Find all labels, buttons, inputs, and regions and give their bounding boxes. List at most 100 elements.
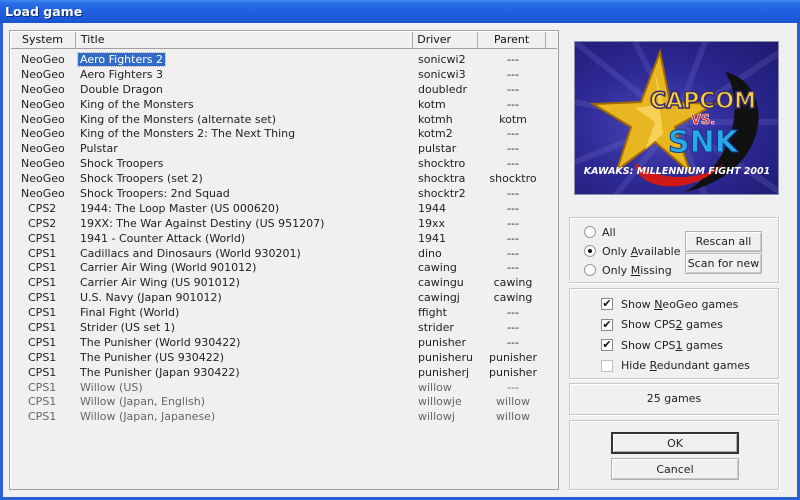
cell-driver: punisherj <box>418 365 470 379</box>
game-row[interactable]: CPS1 The Punisher (US 930422) punisheru pun… <box>11 351 557 366</box>
column-header-parent[interactable]: Parent <box>478 32 546 49</box>
cell-system: NeoGeo <box>21 53 65 66</box>
radio-button[interactable] <box>584 226 596 238</box>
cell-system: NeoGeo <box>21 157 65 171</box>
cell-system: NeoGeo <box>21 82 65 96</box>
rescan-all-button[interactable]: Rescan all <box>685 231 762 252</box>
checkbox-checked[interactable]: ✔ <box>601 298 613 310</box>
game-count-label: 25 games <box>646 392 702 405</box>
checkbox-label: Show CPS2 games <box>621 318 723 331</box>
cell-title: Pulstar <box>80 142 118 156</box>
cell-parent: shocktro <box>489 172 537 186</box>
game-row[interactable]: NeoGeo Shock Troopers shocktro --- <box>11 157 557 172</box>
cell-driver: cawingu <box>418 276 464 290</box>
radio-button[interactable] <box>584 264 596 276</box>
game-row[interactable]: CPS1 Willow (Japan, Japanese) willowj willo… <box>11 410 557 425</box>
scan-for-new-button[interactable]: Scan for new <box>685 253 762 274</box>
cell-system: NeoGeo <box>21 112 65 126</box>
filter-checkbox-line[interactable]: Hide Redundant games <box>601 358 750 374</box>
game-row[interactable]: NeoGeo King of the Monsters (alternate se… <box>11 113 557 128</box>
radio-button[interactable] <box>584 245 596 257</box>
game-list[interactable]: System Title Driver Parent NeoGeo Aero Fi… <box>9 30 559 490</box>
cell-parent: --- <box>507 261 519 275</box>
cell-parent: --- <box>507 231 519 245</box>
game-row[interactable]: CPS1 Willow (US) willow --- <box>11 381 557 396</box>
checkbox-label: Hide Redundant games <box>621 359 750 372</box>
cell-title: U.S. Navy (Japan 901012) <box>80 291 222 305</box>
checkbox-checked[interactable]: ✔ <box>601 318 613 331</box>
list-header: System Title Driver Parent <box>11 32 557 49</box>
game-row[interactable]: CPS1 The Punisher (World 930422) punisher -… <box>11 336 557 351</box>
cancel-button[interactable]: Cancel <box>611 458 739 480</box>
game-row[interactable]: CPS1 Willow (Japan, English) willowje willo… <box>11 395 557 410</box>
cell-driver: 19xx <box>418 216 446 230</box>
filter-checkbox-line[interactable]: ✔ Show CPS2 games <box>601 317 723 333</box>
game-row[interactable]: NeoGeo Shock Troopers (set 2) shocktra shoc… <box>11 172 557 187</box>
column-header-driver[interactable]: Driver <box>413 32 479 49</box>
game-row[interactable]: CPS1 1941 - Counter Attack (World) 1941 --- <box>11 232 557 247</box>
game-row[interactable]: CPS1 The Punisher (Japan 930422) punisherj… <box>11 366 557 381</box>
ok-button[interactable]: OK <box>611 432 739 454</box>
radio-only-available[interactable]: Only Available <box>584 243 681 259</box>
cell-driver: strider <box>418 321 454 335</box>
cell-parent: willow <box>496 395 530 409</box>
radio-all[interactable]: All <box>584 224 616 240</box>
cell-parent: willow <box>496 410 530 424</box>
game-row[interactable]: NeoGeo King of the Monsters 2: The Next T… <box>11 127 557 142</box>
game-row[interactable]: CPS1 Strider (US set 1) strider --- <box>11 321 557 336</box>
cell-driver: kotm <box>418 97 446 111</box>
game-row[interactable]: NeoGeo Aero Fighters 2 sonicwi2 --- <box>11 52 557 68</box>
column-header-system[interactable]: System <box>11 32 76 49</box>
cell-system: NeoGeo <box>21 187 65 201</box>
cell-driver: willow <box>418 380 452 394</box>
game-row[interactable]: NeoGeo Shock Troopers: 2nd Squad shocktr2 -… <box>11 187 557 202</box>
cell-title: Aero Fighters 2 <box>76 52 414 68</box>
filter-checkbox-line[interactable]: ✔ Show NeoGeo games <box>601 296 738 312</box>
cell-title: Willow (Japan, English) <box>80 395 206 409</box>
game-row[interactable]: CPS1 Carrier Air Wing (US 901012) cawingu c… <box>11 276 557 291</box>
game-row[interactable]: CPS1 Final Fight (World) ffight --- <box>11 306 557 321</box>
cell-parent: --- <box>507 321 519 335</box>
cell-title: King of the Monsters 2: The Next Thing <box>80 127 296 141</box>
title-bar[interactable]: Load game <box>0 0 800 23</box>
cell-parent: --- <box>507 201 519 215</box>
column-header-title[interactable]: Title <box>76 32 414 49</box>
cell-system: CPS1 <box>28 365 57 379</box>
cell-title: 1944: The Loop Master (US 000620) <box>80 201 280 215</box>
cell-title: King of the Monsters (alternate set) <box>80 112 277 126</box>
game-row[interactable]: NeoGeo Pulstar pulstar --- <box>11 142 557 157</box>
cell-system: CPS1 <box>28 395 57 409</box>
cell-parent: --- <box>507 127 519 141</box>
game-preview-image: CAPCOM VS. SNK KAWAKS: MILLENNIUM FIGHT … <box>574 41 779 195</box>
dialog-client-area: System Title Driver Parent NeoGeo Aero Fi… <box>3 23 797 497</box>
cell-title: Double Dragon <box>80 82 163 96</box>
game-row[interactable]: CPS1 Cadillacs and Dinosaurs (World 93020… <box>11 247 557 262</box>
checkbox-unchecked[interactable] <box>601 359 613 372</box>
game-row[interactable]: NeoGeo Double Dragon doubledr --- <box>11 83 557 98</box>
cell-system: NeoGeo <box>21 97 65 111</box>
cell-driver: doubledr <box>418 82 467 96</box>
game-row[interactable]: CPS2 1944: The Loop Master (US 000620) 194… <box>11 202 557 217</box>
radio-only-missing[interactable]: Only Missing <box>584 262 672 278</box>
filter-checkbox-line[interactable]: ✔ Show CPS1 games <box>601 337 723 353</box>
dialog-buttons-group: OK Cancel <box>569 420 779 490</box>
cell-system: NeoGeo <box>21 67 65 81</box>
radio-label: All <box>602 225 616 239</box>
game-row[interactable]: CPS2 19XX: The War Against Destiny (US 95… <box>11 217 557 232</box>
cell-parent: --- <box>507 82 519 96</box>
cell-title: Cadillacs and Dinosaurs (World 930201) <box>80 246 301 260</box>
game-row[interactable]: NeoGeo Aero Fighters 3 sonicwi3 --- <box>11 68 557 83</box>
cell-system: CPS1 <box>28 231 57 245</box>
cell-parent: --- <box>507 246 519 260</box>
cell-system: NeoGeo <box>21 127 65 141</box>
cell-driver: 1944 <box>418 201 446 215</box>
game-row[interactable]: CPS1 U.S. Navy (Japan 901012) cawingj cawin… <box>11 291 557 306</box>
cell-parent: punisher <box>489 350 537 364</box>
cell-driver: kotm2 <box>418 127 453 141</box>
game-row[interactable]: NeoGeo King of the Monsters kotm --- <box>11 98 557 113</box>
cell-system: CPS1 <box>28 291 57 305</box>
checkbox-checked[interactable]: ✔ <box>601 339 613 351</box>
cell-system: CPS1 <box>28 410 57 424</box>
preview-capcom-text: CAPCOM <box>650 89 756 114</box>
game-row[interactable]: CPS1 Carrier Air Wing (World 901012) cawin… <box>11 261 557 276</box>
